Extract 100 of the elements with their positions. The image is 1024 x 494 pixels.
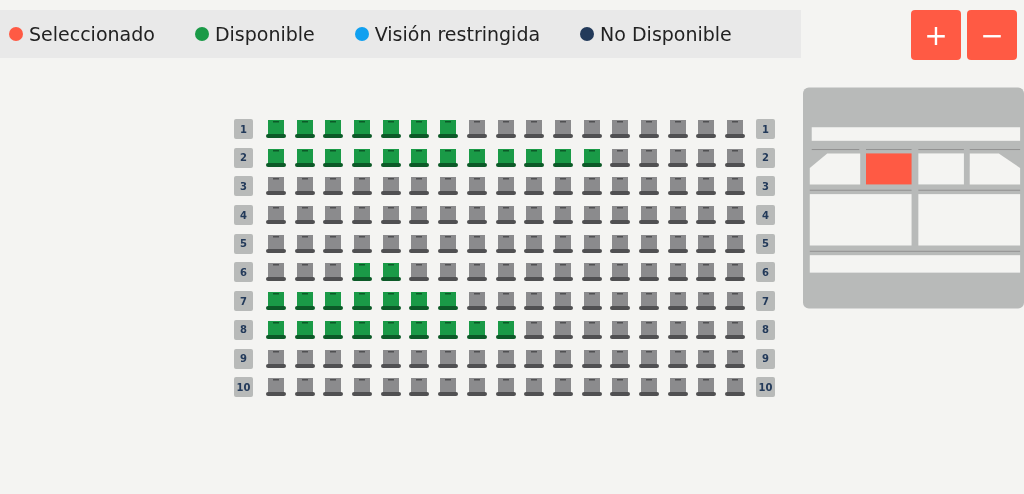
seat-icon[interactable]: [322, 146, 345, 169]
seat-icon[interactable]: [695, 232, 718, 255]
seat-icon[interactable]: [666, 204, 689, 227]
seat-icon[interactable]: [551, 376, 574, 399]
seat-icon[interactable]: [494, 376, 517, 399]
seat-icon[interactable]: [637, 290, 660, 313]
seat-icon[interactable]: [637, 118, 660, 140]
seat-icon[interactable]: [523, 318, 546, 341]
seat-icon[interactable]: [465, 175, 488, 198]
seat-icon[interactable]: [437, 146, 460, 169]
seat-icon[interactable]: [494, 118, 517, 140]
seat-icon[interactable]: [322, 290, 345, 313]
seat-icon[interactable]: [351, 118, 374, 140]
seat-icon[interactable]: [523, 175, 546, 198]
seat-icon[interactable]: [609, 376, 632, 399]
seat-icon[interactable]: [293, 146, 316, 169]
seat-icon[interactable]: [437, 376, 460, 399]
seat-icon[interactable]: [609, 232, 632, 255]
seat-icon[interactable]: [724, 146, 746, 169]
seat-icon[interactable]: [551, 318, 574, 341]
seat-icon[interactable]: [265, 318, 287, 341]
seat-icon[interactable]: [293, 261, 316, 284]
seat-icon[interactable]: [609, 204, 632, 227]
seat-icon[interactable]: [551, 347, 574, 370]
seat-icon[interactable]: [580, 118, 603, 140]
seat-icon[interactable]: [609, 290, 632, 313]
seat-icon[interactable]: [695, 290, 718, 313]
seat-icon[interactable]: [637, 204, 660, 227]
seat-icon[interactable]: [379, 261, 402, 284]
seat-icon[interactable]: [322, 118, 345, 140]
seat-icon[interactable]: [265, 204, 287, 227]
seat-icon[interactable]: [408, 146, 431, 169]
seat-icon[interactable]: [523, 290, 546, 313]
seat-icon[interactable]: [408, 118, 431, 140]
seat-icon[interactable]: [523, 146, 546, 169]
seat-icon[interactable]: [379, 118, 402, 140]
seat-icon[interactable]: [265, 290, 287, 313]
seat-icon[interactable]: [494, 261, 517, 284]
seat-icon[interactable]: [551, 232, 574, 255]
seat-icon[interactable]: [637, 232, 660, 255]
seat-icon[interactable]: [609, 347, 632, 370]
seat-icon[interactable]: [724, 376, 746, 399]
seat-icon[interactable]: [265, 347, 287, 370]
seat-icon[interactable]: [379, 175, 402, 198]
seat-icon[interactable]: [666, 376, 689, 399]
seat-icon[interactable]: [322, 347, 345, 370]
seat-icon[interactable]: [293, 318, 316, 341]
seat-icon[interactable]: [580, 146, 603, 169]
seat-icon[interactable]: [494, 204, 517, 227]
seat-icon[interactable]: [695, 204, 718, 227]
seat-icon[interactable]: [666, 290, 689, 313]
seat-icon[interactable]: [351, 347, 374, 370]
seat-icon[interactable]: [724, 261, 746, 284]
seat-icon[interactable]: [265, 261, 287, 284]
seat-icon[interactable]: [293, 118, 316, 140]
seat-icon[interactable]: [379, 146, 402, 169]
zoom-in-button[interactable]: +: [911, 10, 961, 60]
seat-icon[interactable]: [437, 318, 460, 341]
seat-icon[interactable]: [666, 232, 689, 255]
seat-icon[interactable]: [322, 318, 345, 341]
seat-icon[interactable]: [437, 232, 460, 255]
seat-icon[interactable]: [695, 261, 718, 284]
seat-icon[interactable]: [695, 318, 718, 341]
seat-icon[interactable]: [351, 175, 374, 198]
seat-icon[interactable]: [379, 318, 402, 341]
seat-icon[interactable]: [724, 204, 746, 227]
seat-icon[interactable]: [465, 290, 488, 313]
seat-icon[interactable]: [666, 261, 689, 284]
seat-icon[interactable]: [408, 290, 431, 313]
seat-icon[interactable]: [580, 261, 603, 284]
seat-icon[interactable]: [724, 232, 746, 255]
seat-icon[interactable]: [437, 175, 460, 198]
seat-icon[interactable]: [551, 175, 574, 198]
seat-icon[interactable]: [408, 376, 431, 399]
seat-icon[interactable]: [695, 146, 718, 169]
seat-icon[interactable]: [293, 290, 316, 313]
seat-icon[interactable]: [494, 290, 517, 313]
seat-icon[interactable]: [551, 261, 574, 284]
seat-icon[interactable]: [293, 204, 316, 227]
seat-icon[interactable]: [265, 146, 287, 169]
seat-icon[interactable]: [351, 146, 374, 169]
seat-icon[interactable]: [609, 261, 632, 284]
seat-icon[interactable]: [265, 118, 287, 140]
seat-icon[interactable]: [351, 261, 374, 284]
seat-icon[interactable]: [523, 204, 546, 227]
seat-icon[interactable]: [494, 175, 517, 198]
seat-icon[interactable]: [724, 175, 746, 198]
seat-icon[interactable]: [465, 204, 488, 227]
seat-icon[interactable]: [580, 376, 603, 399]
zoom-out-button[interactable]: −: [967, 10, 1017, 60]
seat-icon[interactable]: [408, 232, 431, 255]
seat-icon[interactable]: [408, 175, 431, 198]
seat-icon[interactable]: [351, 376, 374, 399]
seat-icon[interactable]: [724, 347, 746, 370]
seat-icon[interactable]: [551, 290, 574, 313]
seat-icon[interactable]: [609, 146, 632, 169]
seat-icon[interactable]: [637, 318, 660, 341]
seat-icon[interactable]: [580, 347, 603, 370]
seat-icon[interactable]: [465, 318, 488, 341]
seat-icon[interactable]: [293, 175, 316, 198]
